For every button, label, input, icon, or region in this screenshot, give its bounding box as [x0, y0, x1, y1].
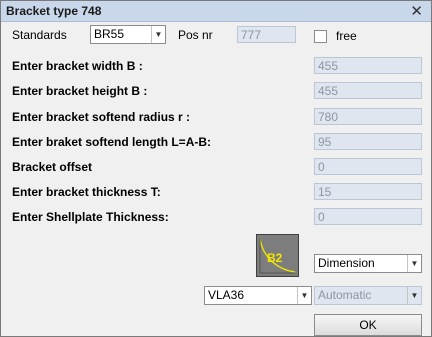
standards-value: BR55 — [94, 27, 125, 41]
pos-nr-label: Pos nr — [178, 28, 213, 42]
param-field-width[interactable]: 455 — [314, 57, 422, 74]
standards-label: Standards — [12, 28, 67, 42]
material-value: VLA36 — [208, 288, 245, 302]
window-title: Bracket type 748 — [6, 4, 102, 18]
bracket-b2-label: B2 — [267, 251, 283, 265]
chevron-down-icon: ▼ — [151, 26, 165, 43]
chevron-down-icon: ▼ — [297, 287, 311, 304]
param-field-thickness[interactable]: 15 — [314, 183, 422, 200]
pos-nr-field[interactable]: 777 — [237, 26, 296, 43]
bracket-b2-icon[interactable]: B2 — [256, 234, 299, 277]
free-label: free — [336, 29, 357, 43]
chevron-down-icon: ▼ — [407, 255, 421, 272]
mode-select[interactable]: Automatic ▼ — [314, 286, 422, 305]
param-field-offset[interactable]: 0 — [314, 158, 422, 175]
param-field-radius[interactable]: 780 — [314, 108, 422, 125]
dimension-value: Dimension — [318, 256, 375, 270]
close-icon[interactable]: ✕ — [410, 2, 423, 20]
param-label-offset: Bracket offset — [12, 160, 93, 174]
param-field-shellplate[interactable]: 0 — [314, 208, 422, 225]
mode-value: Automatic — [318, 288, 372, 302]
param-label-radius: Enter bracket softend radius r : — [12, 110, 191, 124]
param-label-height: Enter bracket height B : — [12, 84, 148, 98]
ok-button[interactable]: OK — [314, 314, 422, 336]
free-checkbox[interactable] — [314, 30, 327, 43]
param-field-height[interactable]: 455 — [314, 82, 422, 99]
param-label-width: Enter bracket width B : — [12, 59, 143, 73]
bracket-dialog: Bracket type 748 ✕ Standards BR55 ▼ Pos … — [0, 0, 432, 337]
standards-select[interactable]: BR55 ▼ — [90, 25, 166, 44]
param-label-thickness: Enter bracket thickness T: — [12, 185, 161, 199]
bracket-shape-icon: B2 — [259, 237, 296, 274]
param-label-shellplate: Enter Shellplate Thickness: — [12, 210, 169, 224]
material-select[interactable]: VLA36 ▼ — [204, 286, 312, 305]
param-field-length[interactable]: 95 — [314, 133, 422, 150]
title-bar: Bracket type 748 ✕ — [1, 1, 431, 22]
param-label-length: Enter braket softend length L=A-B: — [12, 135, 212, 149]
chevron-down-icon: ▼ — [407, 287, 421, 304]
dimension-select[interactable]: Dimension ▼ — [314, 254, 422, 273]
